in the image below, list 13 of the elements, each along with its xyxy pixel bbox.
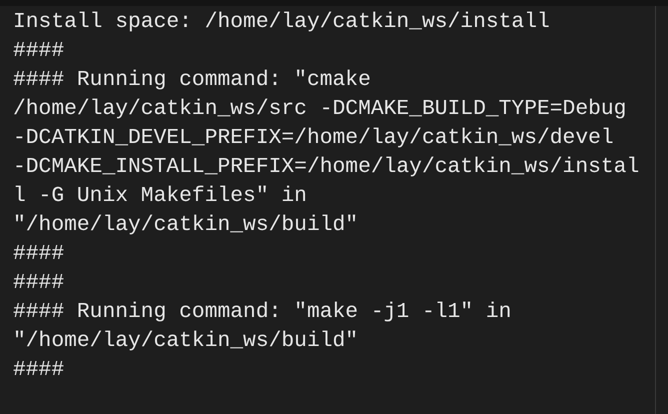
terminal-line: "/home/lay/catkin_ws/build" <box>13 328 358 355</box>
terminal-line: l -G Unix Makefiles" in <box>13 183 307 210</box>
terminal-line: /home/lay/catkin_ws/src -DCMAKE_BUILD_TYPE=Debug <box>13 96 626 123</box>
terminal-line: #### <box>13 241 64 268</box>
terminal-line: #### Running command: "make -j1 -l1" in <box>13 299 512 326</box>
terminal-line: #### <box>13 38 64 65</box>
terminal-line: -DCMAKE_INSTALL_PREFIX=/home/lay/catkin_ws/instal <box>13 154 640 181</box>
terminal-line: "/home/lay/catkin_ws/build" <box>13 212 358 239</box>
terminal-line: Install space: /home/lay/catkin_ws/install <box>13 9 550 36</box>
terminal-line: #### Running command: "cmake <box>13 67 371 94</box>
terminal-line: #### <box>13 270 64 297</box>
terminal-line: #### <box>13 357 64 384</box>
terminal-line: -DCATKIN_DEVEL_PREFIX=/home/lay/catkin_ws/devel <box>13 125 614 152</box>
